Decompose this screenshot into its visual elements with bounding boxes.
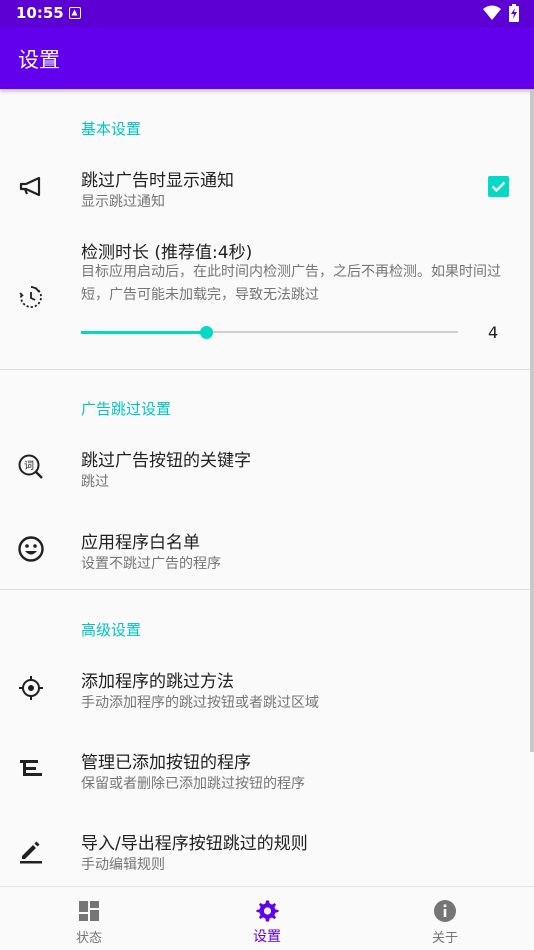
smiley-icon — [18, 536, 44, 562]
battery-charging-icon — [509, 4, 519, 22]
notify-checkbox[interactable] — [488, 176, 509, 197]
notification-a-icon — [69, 7, 81, 19]
edit-pencil-icon — [20, 841, 42, 864]
duration-description: 目标应用启动后，在此时间内检测广告，之后不再检测。如果时间过短，广告可能未加载完… — [81, 264, 501, 303]
add-method-title[interactable]: 添加程序的跳过方法 — [81, 667, 234, 692]
keywords-title[interactable]: 跳过广告按钮的关键字 — [81, 446, 251, 471]
bottom-navigation: 状态 设置 关于 — [0, 886, 534, 950]
nav-item-about[interactable]: 关于 — [356, 887, 534, 950]
megaphone-icon — [19, 176, 41, 197]
search-word-icon: 词 — [18, 454, 43, 479]
whitelist-subtitle: 设置不跳过广告的程序 — [81, 556, 221, 572]
duration-title: 检测时长 (推荐值:4秒) — [81, 243, 253, 263]
keywords-subtitle: 跳过 — [81, 474, 109, 490]
manage-title[interactable]: 管理已添加按钮的程序 — [81, 748, 251, 773]
scrollbar[interactable] — [530, 89, 534, 752]
divider — [0, 369, 534, 370]
divider — [0, 589, 534, 590]
slider-track[interactable] — [206, 331, 458, 333]
duration-slider-thumb[interactable] — [200, 326, 213, 339]
import-export-title[interactable]: 导入/导出程序按钮跳过的规则 — [81, 829, 308, 854]
section-header-advanced: 高级设置 — [81, 621, 142, 639]
notify-subtitle: 显示跳过通知 — [81, 194, 165, 210]
slider-track-active — [81, 331, 206, 334]
settings-list[interactable]: 基本设置 跳过广告时显示通知 显示跳过通知 检测时长 (推荐值:4秒) 目标应用… — [0, 89, 534, 886]
wifi-icon — [483, 5, 501, 20]
info-icon — [434, 900, 456, 922]
timer-icon — [19, 286, 42, 308]
settings-icon — [256, 900, 279, 922]
nav-item-settings[interactable]: 设置 — [178, 887, 356, 950]
nav-label-settings: 设置 — [253, 929, 281, 945]
page-title: 设置 — [18, 48, 60, 72]
tree-list-icon — [20, 760, 42, 776]
nav-label-about: 关于 — [431, 931, 458, 946]
notify-title[interactable]: 跳过广告时显示通知 — [81, 166, 234, 191]
crosshair-icon — [19, 676, 43, 700]
nav-item-status[interactable]: 状态 — [0, 887, 178, 950]
add-method-subtitle: 手动添加程序的跳过按钮或者跳过区域 — [81, 695, 319, 711]
whitelist-title[interactable]: 应用程序白名单 — [81, 528, 200, 553]
checkmark-icon — [491, 181, 506, 193]
dashboard-icon — [79, 901, 99, 921]
manage-subtitle: 保留或者删除已添加跳过按钮的程序 — [81, 776, 305, 792]
status-bar: 10:55 — [0, 0, 534, 27]
slider-value: 4 — [488, 323, 499, 342]
section-header-basic: 基本设置 — [81, 120, 142, 138]
svg-text:词: 词 — [24, 460, 34, 472]
status-time: 10:55 — [16, 4, 64, 22]
app-bar: 设置 — [0, 27, 534, 89]
section-header-skip: 广告跳过设置 — [81, 400, 172, 418]
nav-label-status: 状态 — [75, 931, 102, 946]
import-export-subtitle: 手动编辑规则 — [81, 857, 165, 873]
